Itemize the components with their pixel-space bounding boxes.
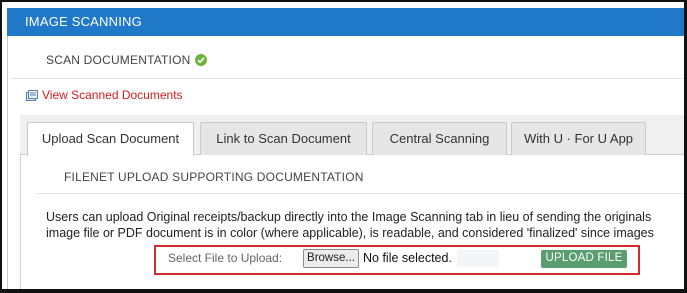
file-input-field[interactable] — [457, 250, 499, 267]
section-title: FILENET UPLOAD SUPPORTING DOCUMENTATION — [64, 170, 364, 184]
upload-description: Users can upload Original receipts/backu… — [46, 209, 684, 241]
scanned-docs-icon[interactable] — [26, 89, 38, 101]
browse-button[interactable]: Browse... — [303, 249, 359, 268]
scan-documentation-label: SCAN DOCUMENTATION — [46, 53, 191, 67]
tab-central-scanning[interactable]: Central Scanning — [372, 122, 507, 155]
divider — [10, 78, 684, 79]
description-line: Users can upload Original receipts/backu… — [46, 210, 652, 224]
header-bar: IMAGE SCANNING — [7, 8, 684, 36]
page-title: IMAGE SCANNING — [25, 14, 142, 29]
tab-upload-scan-document[interactable]: Upload Scan Document — [27, 122, 194, 156]
tab-with-u-for-u-app[interactable]: With U · For U App — [511, 122, 646, 155]
check-circle-icon — [195, 54, 207, 66]
select-file-label: Select File to Upload: — [168, 251, 283, 265]
file-status-text: No file selected. — [363, 251, 452, 265]
description-line: image file or PDF document is in color (… — [46, 226, 654, 240]
divider — [36, 193, 684, 194]
upload-file-button[interactable]: UPLOAD FILE — [541, 250, 627, 268]
view-scanned-documents-link[interactable]: View Scanned Documents — [42, 88, 183, 102]
tab-link-to-scan-document[interactable]: Link to Scan Document — [200, 122, 367, 155]
window-frame: IMAGE SCANNING SCAN DOCUMENTATION View S… — [0, 0, 687, 293]
